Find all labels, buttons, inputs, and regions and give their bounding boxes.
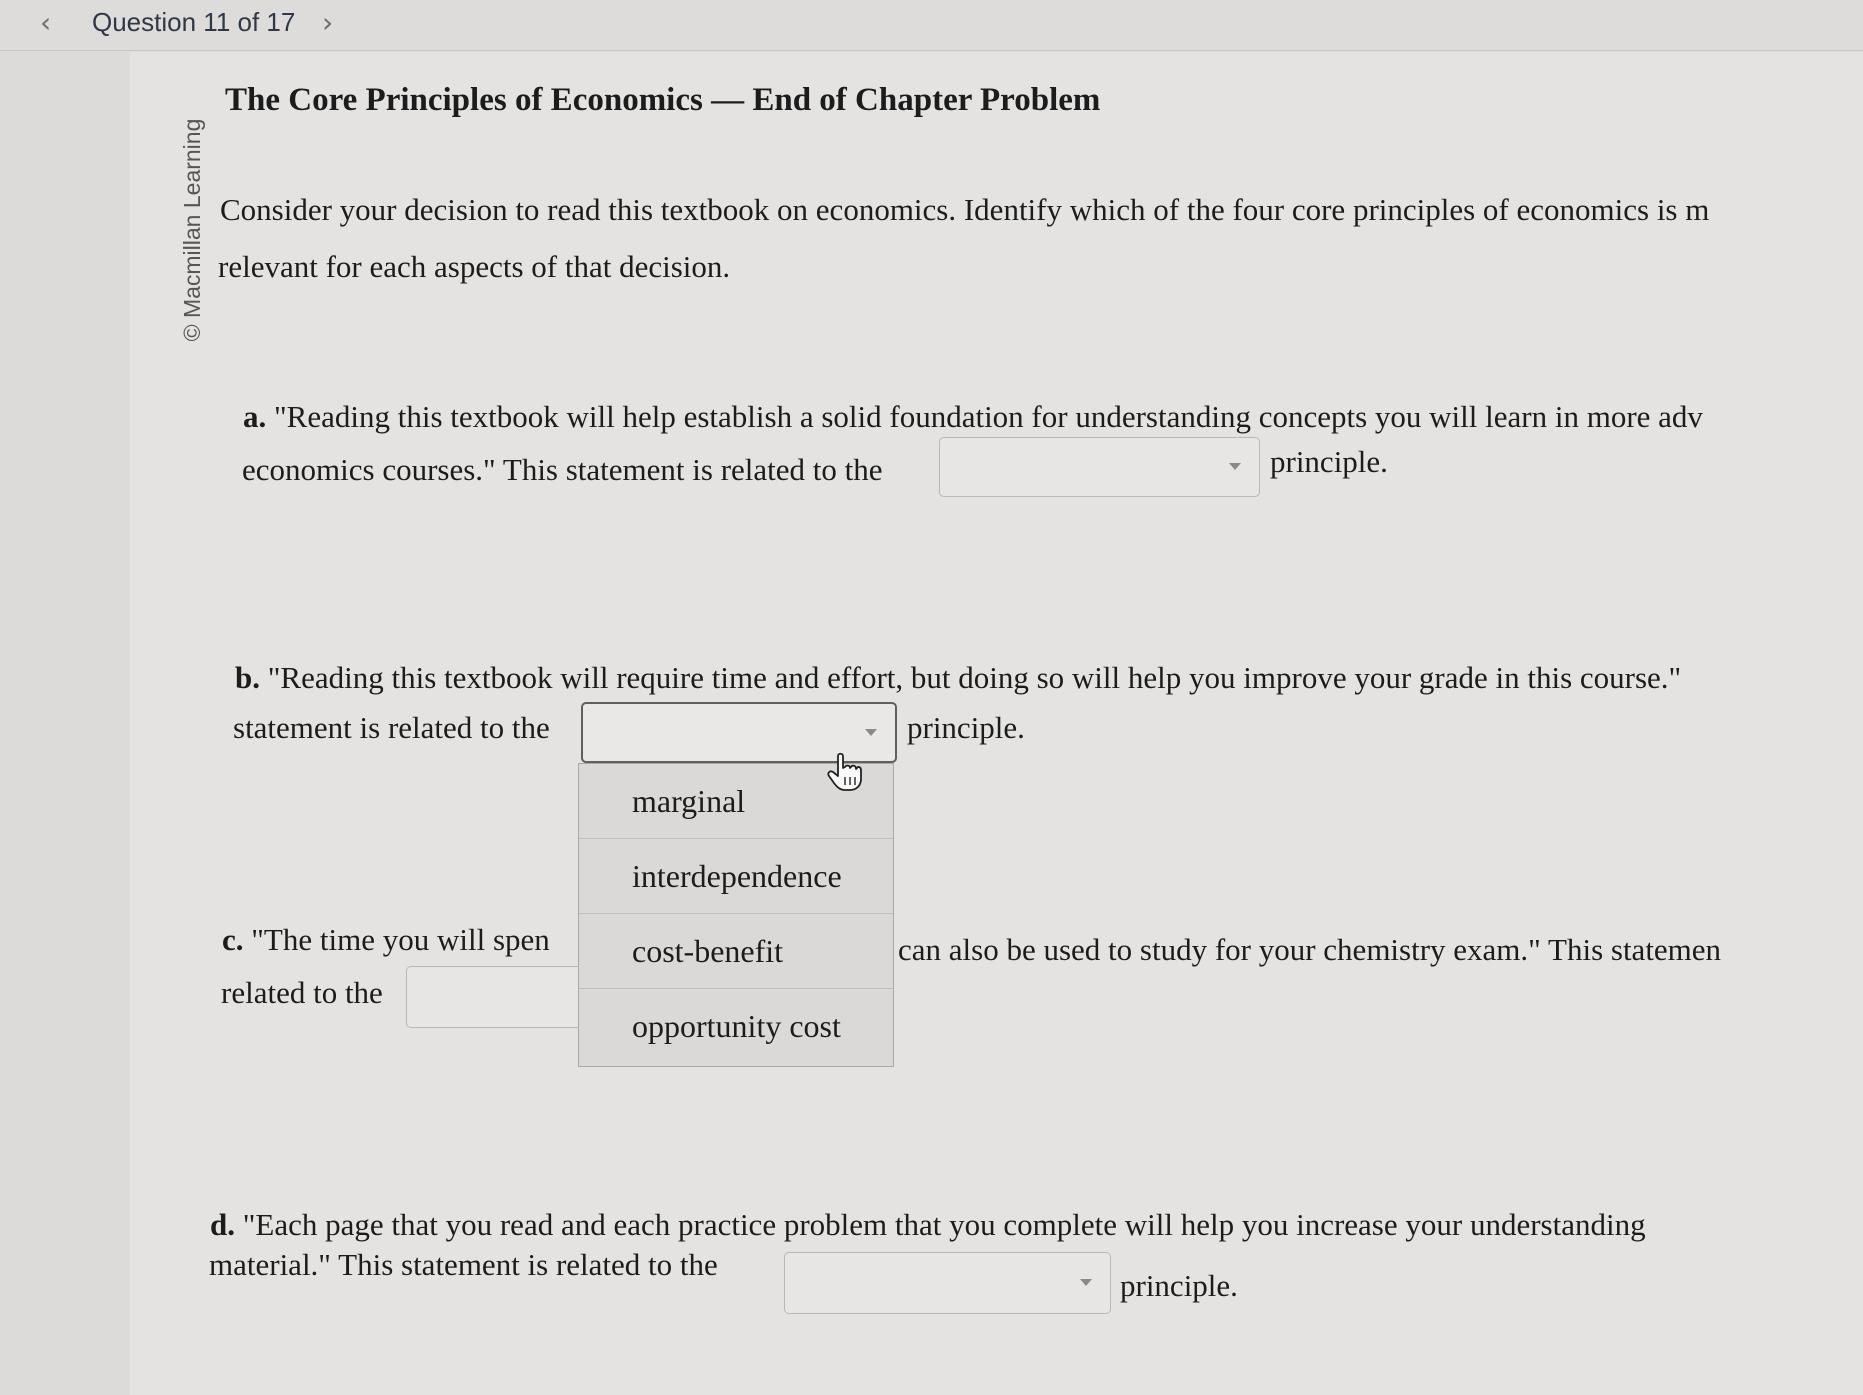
item-a-letter: a. <box>243 399 267 434</box>
principle-dropdown-list: marginal interdependence cost-benefit op… <box>578 763 894 1067</box>
item-d-line-2: material." This statement is related to … <box>209 1247 718 1282</box>
item-a-suffix: principle. <box>1270 444 1388 479</box>
item-d-suffix: principle. <box>1120 1268 1238 1303</box>
item-b-line-1: b. "Reading this textbook will require t… <box>235 658 1681 698</box>
item-a-line-1: a. "Reading this textbook will help esta… <box>243 397 1703 437</box>
chevron-down-icon <box>865 728 877 736</box>
question-counter: Question 11 of 17 <box>92 7 296 37</box>
item-c-line-1-continued: can also be used to study for your chemi… <box>898 932 1722 967</box>
item-a-principle-select[interactable] <box>939 437 1260 497</box>
intro-line-2: relevant for each aspects of that decisi… <box>218 249 731 284</box>
item-d-principle-select[interactable] <box>784 1252 1111 1314</box>
chevron-down-icon <box>1229 463 1241 470</box>
hand-cursor-icon <box>827 752 862 791</box>
item-b-line-2: statement is related to the <box>233 710 550 745</box>
chevron-down-icon <box>1080 1279 1092 1286</box>
item-a-line-2: economics courses." This statement is re… <box>242 452 883 487</box>
option-interdependence[interactable]: interdependence <box>579 839 893 914</box>
option-opportunity-cost[interactable]: opportunity cost <box>579 989 893 1064</box>
intro-line-1: Consider your decision to read this text… <box>220 192 1710 227</box>
item-c-principle-select[interactable] <box>406 966 586 1028</box>
copyright-label: © Macmillan Learning <box>179 118 205 342</box>
item-d-text: "Each page that you read and each practi… <box>235 1207 1646 1242</box>
option-cost-benefit[interactable]: cost-benefit <box>579 914 893 989</box>
item-c-line-2: related to the <box>221 975 383 1010</box>
problem-title: The Core Principles of Economics — End o… <box>225 82 1101 118</box>
item-d-letter: d. <box>210 1207 235 1242</box>
item-d-line-1: d. "Each page that you read and each pra… <box>210 1205 1646 1245</box>
chevron-left-icon[interactable]: ‹ <box>40 6 51 39</box>
item-c-text: "The time you will spen <box>243 922 550 957</box>
item-c-letter: c. <box>222 922 244 957</box>
item-b-text: "Reading this textbook will require time… <box>260 660 1682 695</box>
item-b-suffix: principle. <box>907 710 1025 745</box>
item-b-letter: b. <box>235 660 260 695</box>
item-a-text: "Reading this textbook will help establi… <box>266 399 1703 434</box>
chevron-right-icon[interactable]: › <box>322 6 333 39</box>
item-c-line-1: c. "The time you will spen <box>222 920 550 960</box>
top-nav-bar: ‹ Question 11 of 17 › <box>0 0 1863 51</box>
